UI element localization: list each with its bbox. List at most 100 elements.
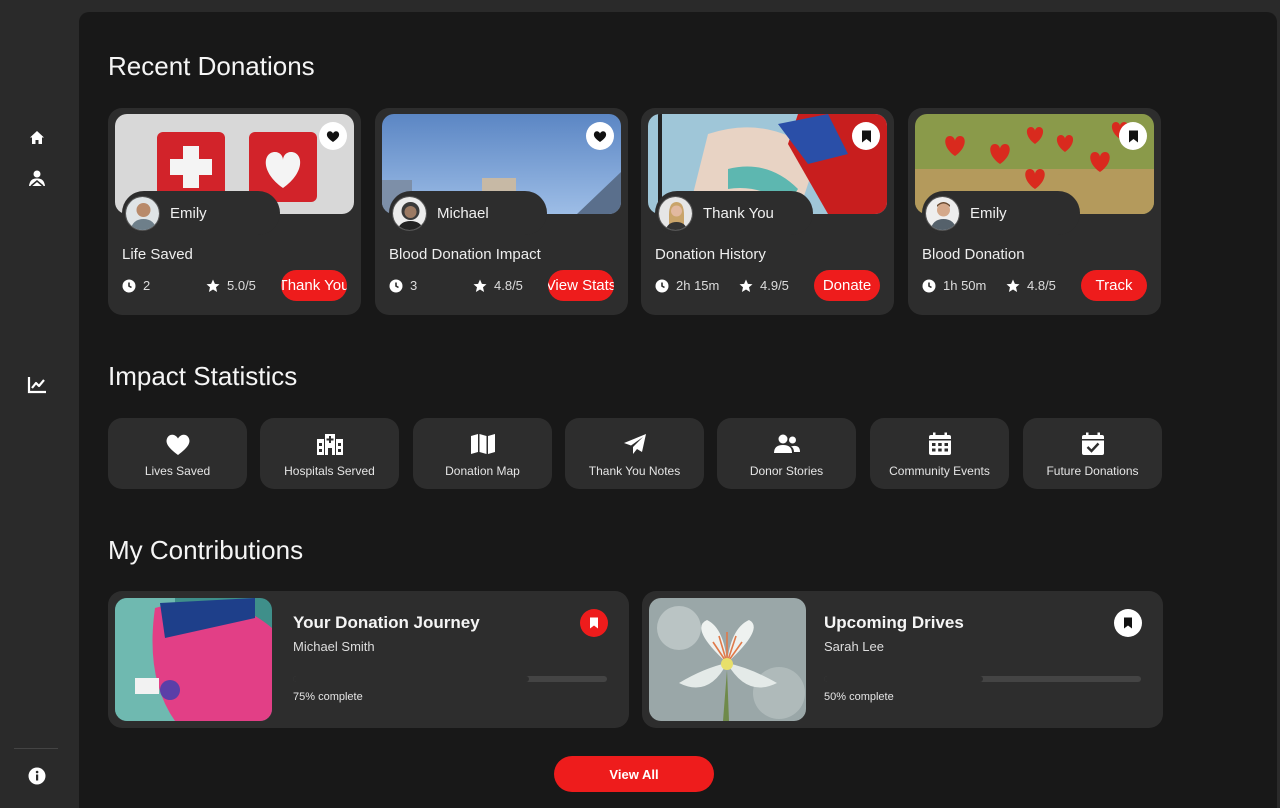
main-panel: Recent Donations Emily Life Saved 2 5.0/…	[79, 12, 1277, 808]
count-value: 3	[410, 278, 418, 293]
stat-lives-saved[interactable]: Lives Saved	[108, 418, 247, 489]
clock-icon	[122, 279, 136, 292]
user-chip[interactable]: Thank You	[655, 191, 813, 235]
stat-label: Hospitals Served	[284, 464, 375, 478]
avatar	[125, 195, 160, 231]
duration-meta: 1h 50m	[922, 278, 986, 293]
contribution-card[interactable]: Upcoming Drives Sarah Lee 50% complete	[642, 591, 1163, 728]
stat-label: Donation Map	[445, 464, 520, 478]
bookmark-button[interactable]	[1114, 609, 1142, 637]
donation-card[interactable]: Michael Blood Donation Impact 3 4.8/5 Vi…	[375, 108, 628, 315]
stat-thank-you-notes[interactable]: Thank You Notes	[565, 418, 704, 489]
user-name: Michael	[437, 204, 489, 222]
stat-label: Lives Saved	[144, 464, 211, 478]
stat-donation-map[interactable]: Donation Map	[413, 418, 552, 489]
paper-plane-icon	[622, 431, 648, 457]
card-action-button[interactable]: View Stats	[548, 270, 614, 301]
progress-fill	[293, 676, 529, 682]
info-icon[interactable]	[26, 765, 48, 787]
donation-card[interactable]: Thank You Donation History 2h 15m 4.9/5 …	[641, 108, 894, 315]
progress-text: 75% complete	[293, 691, 363, 703]
star-icon	[1006, 279, 1020, 292]
rating-value: 5.0/5	[227, 278, 256, 293]
card-title: Blood Donation Impact	[389, 246, 541, 263]
user-name: Emily	[170, 204, 207, 222]
card-action-button[interactable]: Track	[1081, 270, 1147, 301]
stat-donor-stories[interactable]: Donor Stories	[717, 418, 856, 489]
sidebar	[0, 0, 79, 808]
rating-meta: 5.0/5	[206, 278, 256, 293]
rating-meta: 4.8/5	[1006, 278, 1056, 293]
stat-hospitals-served[interactable]: Hospitals Served	[260, 418, 399, 489]
star-icon	[473, 279, 487, 292]
users-icon	[773, 431, 800, 457]
card-action-button[interactable]: Thank You	[281, 270, 347, 301]
contribution-title: Upcoming Drives	[824, 613, 964, 632]
contribution-title: Your Donation Journey	[293, 613, 480, 632]
home-icon[interactable]	[26, 127, 48, 149]
favorite-heart-button[interactable]	[319, 122, 347, 150]
card-title: Life Saved	[122, 246, 193, 263]
progress-bar	[824, 676, 1141, 682]
stat-community-events[interactable]: Community Events	[870, 418, 1009, 489]
user-chip[interactable]: Emily	[922, 191, 1080, 235]
stat-label: Donor Stories	[749, 464, 824, 478]
rating-meta: 4.8/5	[473, 278, 523, 293]
user-chip[interactable]: Emily	[122, 191, 280, 235]
card-title: Blood Donation	[922, 246, 1025, 263]
stat-label: Future Donations	[1046, 464, 1139, 478]
donation-card[interactable]: Emily Blood Donation 1h 50m 4.8/5 Track	[908, 108, 1161, 315]
rating-value: 4.8/5	[494, 278, 523, 293]
bookmark-icon	[1128, 130, 1138, 142]
stat-label: Thank You Notes	[588, 464, 681, 478]
count-value: 2	[143, 278, 151, 293]
stat-future-donations[interactable]: Future Donations	[1023, 418, 1162, 489]
star-icon	[206, 279, 220, 292]
calendar-check-icon	[1080, 431, 1106, 457]
hospital-icon	[316, 431, 343, 457]
view-all-button[interactable]: View All	[554, 756, 714, 792]
progress-bar	[293, 676, 607, 682]
stat-label: Community Events	[889, 464, 990, 478]
contribution-card[interactable]: Your Donation Journey Michael Smith 75% …	[108, 591, 629, 728]
contribution-image	[649, 598, 806, 721]
clock-icon	[655, 279, 669, 292]
count-meta: 3	[389, 278, 417, 293]
heart-icon	[593, 130, 607, 142]
rating-meta: 4.9/5	[739, 278, 789, 293]
duration-meta: 2h 15m	[655, 278, 719, 293]
card-title: Donation History	[655, 246, 766, 263]
recent-donations-title: Recent Donations	[108, 51, 315, 81]
impact-statistics-title: Impact Statistics	[108, 361, 298, 391]
my-contributions-title: My Contributions	[108, 535, 304, 565]
contribution-subtitle: Michael Smith	[293, 639, 375, 654]
sidebar-divider	[14, 748, 58, 749]
bookmark-icon	[861, 130, 871, 142]
user-name: Emily	[970, 204, 1007, 222]
bookmark-button[interactable]	[852, 122, 880, 150]
avatar	[392, 195, 427, 231]
bookmark-icon	[590, 617, 598, 629]
rating-value: 4.9/5	[760, 278, 789, 293]
bookmark-button[interactable]	[580, 609, 608, 637]
heart-icon	[165, 431, 191, 457]
avatar	[925, 195, 960, 231]
clock-icon	[389, 279, 403, 292]
chart-icon[interactable]	[26, 374, 48, 396]
contribution-subtitle: Sarah Lee	[824, 639, 884, 654]
bookmark-icon	[1124, 617, 1132, 629]
favorite-heart-button[interactable]	[586, 122, 614, 150]
avatar	[658, 195, 693, 231]
bookmark-button[interactable]	[1119, 122, 1147, 150]
user-chip[interactable]: Michael	[389, 191, 547, 235]
calendar-icon	[927, 431, 953, 457]
contribution-image	[115, 598, 272, 721]
card-action-button[interactable]: Donate	[814, 270, 880, 301]
donor-icon[interactable]	[26, 167, 48, 189]
heart-icon	[326, 130, 340, 142]
clock-icon	[922, 279, 936, 292]
donation-card[interactable]: Emily Life Saved 2 5.0/5 Thank You	[108, 108, 361, 315]
star-icon	[739, 279, 753, 292]
duration-value: 1h 50m	[943, 278, 987, 293]
rating-value: 4.8/5	[1027, 278, 1056, 293]
